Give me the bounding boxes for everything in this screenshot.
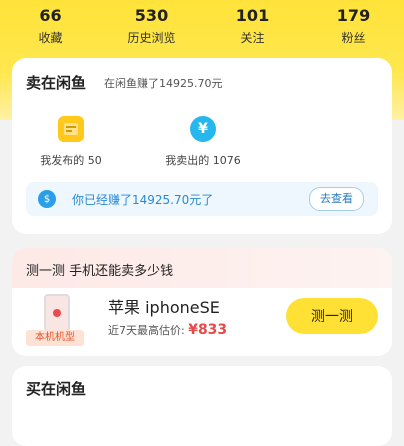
my-published[interactable]: 我发布的 50 (16, 116, 126, 168)
buy-card-title: 买在闲鱼 (26, 380, 87, 398)
price-estimate-value: ¥833 (188, 322, 228, 338)
phone-logo (53, 309, 61, 317)
my-sold[interactable]: ¥ 我卖出的 1076 (148, 116, 258, 168)
stat-following[interactable]: 101 关注 (213, 6, 293, 50)
stat-history[interactable]: 530 历史浏览 (112, 6, 192, 50)
sell-card: 卖在闲鱼 在闲鱼赚了14925.70元 我发布的 50 ¥ 我卖出的 1076 … (12, 58, 392, 234)
price-estimate: 近7天最高估价: ¥833 (108, 322, 227, 338)
stat-followers[interactable]: 179 粉丝 (314, 6, 394, 50)
stats-row: 66 收藏 530 历史浏览 101 关注 179 粉丝 (0, 6, 404, 50)
stat-label: 粉丝 (341, 31, 366, 45)
sold-label: 我卖出的 1076 (165, 154, 241, 167)
sell-card-subtitle: 在闲鱼赚了14925.70元 (104, 77, 223, 90)
phone-thumbnail: 本机机型 (26, 294, 84, 346)
stat-number: 530 (134, 6, 169, 25)
price-estimate-label: 近7天最高估价: (108, 324, 189, 337)
view-earnings-button[interactable]: 去查看 (309, 187, 364, 211)
stat-number: 66 (39, 6, 62, 25)
phone-icon (44, 294, 70, 332)
earnings-text: 你已经赚了14925.70元了 (72, 193, 214, 207)
money-bag-icon: $ (38, 190, 56, 208)
price-check-header: 测一测 手机还能卖多少钱 (12, 248, 392, 288)
stat-label: 收藏 (38, 31, 63, 45)
sell-card-title: 卖在闲鱼 (26, 74, 87, 92)
price-test-button[interactable]: 测一测 (286, 298, 378, 334)
stat-label: 历史浏览 (127, 31, 176, 45)
earnings-banner[interactable]: $ 你已经赚了14925.70元了 去查看 (26, 182, 378, 216)
published-label: 我发布的 50 (40, 154, 102, 167)
document-icon (58, 116, 84, 142)
stat-favorites[interactable]: 66 收藏 (11, 6, 91, 50)
stat-number: 179 (336, 6, 371, 25)
price-check-title: 测一测 手机还能卖多少钱 (26, 264, 174, 279)
stat-label: 关注 (240, 31, 265, 45)
price-check-card: 测一测 手机还能卖多少钱 本机机型 苹果 iphoneSE 近7天最高估价: ¥… (12, 248, 392, 356)
phone-model-name: 苹果 iphoneSE (108, 298, 220, 317)
buy-card: 买在闲鱼 (12, 366, 392, 446)
stat-number: 101 (235, 6, 270, 25)
phone-model-tag: 本机机型 (26, 330, 84, 346)
yen-icon: ¥ (190, 116, 216, 142)
